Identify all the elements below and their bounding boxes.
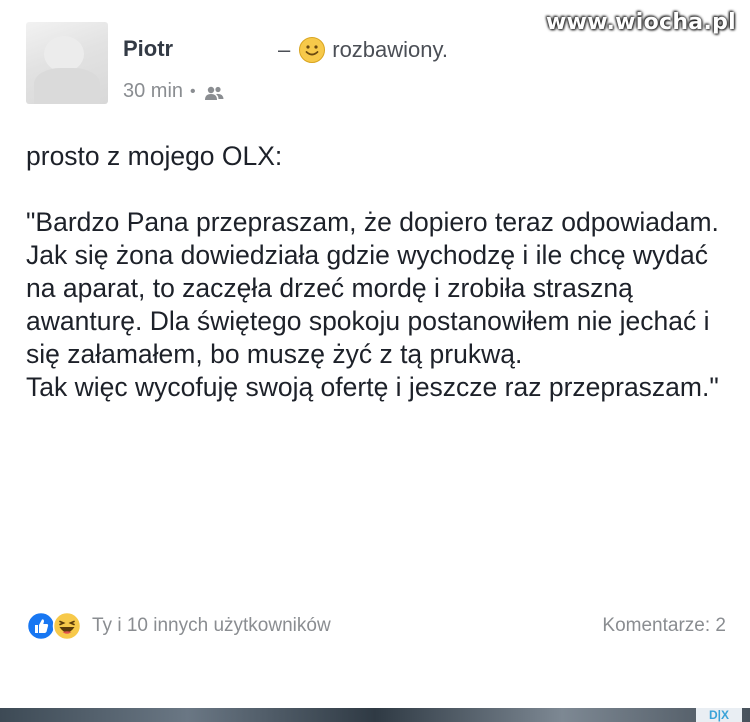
meta-separator: • — [190, 82, 196, 100]
ad-choices-badge[interactable]: D|X — [696, 708, 742, 722]
avatar[interactable] — [26, 22, 108, 104]
post-closing: Tak więc wycofuję swoją ofertę i jeszcze… — [26, 372, 719, 402]
reactions[interactable]: Ty i 10 innych użytkowników — [26, 611, 331, 641]
reactions-summary[interactable]: Ty i 10 innych użytkowników — [92, 615, 331, 637]
friends-icon[interactable] — [203, 84, 225, 100]
post-paragraph: "Bardzo Pana przepraszam, że dopiero ter… — [26, 207, 719, 369]
facebook-post: www.wiocha.pl Piotr – rozbawiony. 30 min… — [0, 0, 750, 722]
smile-icon — [298, 36, 326, 64]
comments-count[interactable]: Komentarze: 2 — [602, 615, 726, 637]
post-meta: 30 min • — [123, 80, 225, 103]
ad-strip — [0, 708, 750, 722]
post-body: prosto z mojego OLX: "Bardzo Pana przepr… — [26, 140, 726, 404]
post-intro: prosto z mojego OLX: — [26, 141, 283, 171]
watermark: www.wiocha.pl — [546, 10, 736, 35]
feeling-status: – rozbawiony. — [278, 36, 448, 64]
feeling-dash: – — [278, 37, 291, 62]
post-footer: Ty i 10 innych użytkowników Komentarze: … — [26, 610, 726, 642]
haha-icon — [52, 611, 82, 641]
author-name[interactable]: Piotr — [123, 36, 173, 62]
feeling-label[interactable]: rozbawiony. — [332, 37, 448, 63]
timestamp[interactable]: 30 min — [123, 80, 183, 103]
